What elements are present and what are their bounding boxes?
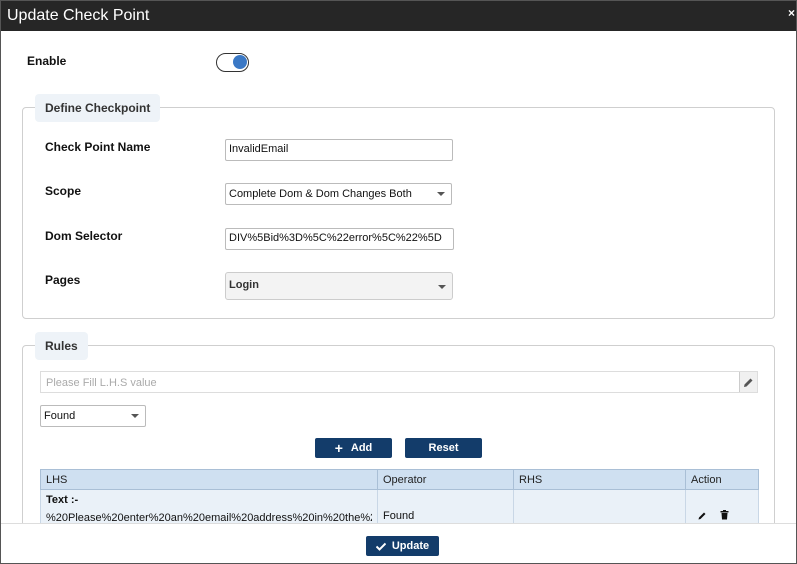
toggle-knob [233,55,247,69]
checkpoint-name-label: Check Point Name [45,140,151,154]
trash-icon[interactable] [720,510,729,523]
pages-select[interactable]: Login [225,272,453,300]
operator-select-value: Found [44,410,76,422]
dialog-footer: Update [1,523,796,563]
rules-table: LHS Operator RHS Action Text :- %20Pleas… [40,469,759,530]
dialog-title: Update Check Point [7,7,150,24]
pencil-icon[interactable] [739,372,757,392]
plus-icon: + [334,440,343,456]
scope-select-value: Complete Dom & Dom Changes Both [229,188,412,200]
reset-button-label: Reset [428,442,459,454]
scope-select[interactable]: Complete Dom & Dom Changes Both [225,183,452,205]
enable-toggle[interactable] [216,53,249,72]
operator-cell-value: Found [383,510,415,522]
pages-label: Pages [45,273,81,287]
checkpoint-name-input[interactable]: InvalidEmail [225,139,453,161]
column-header-action: Action [685,469,759,490]
column-header-rhs: RHS [513,469,686,490]
caret-down-icon [438,285,446,289]
define-checkpoint-legend: Define Checkpoint [35,94,161,122]
scope-label: Scope [45,184,82,198]
update-button[interactable]: Update [366,536,439,556]
edit-icon[interactable] [698,511,707,523]
update-button-label: Update [391,540,430,552]
operator-select[interactable]: Found [40,405,146,427]
dialog-titlebar: Update Check Point × [1,1,796,31]
pages-select-value: Login [229,279,259,291]
column-header-lhs: LHS [40,469,378,490]
dom-selector-input[interactable]: DIV%5Bid%3D%5C%22error%5C%22%5D [225,228,454,250]
lhs-input[interactable]: Please Fill L.H.S value [40,371,758,393]
enable-label: Enable [27,54,67,68]
lhs-cell-header: Text :- [46,494,79,506]
add-button-label: Add [350,442,373,454]
rules-legend: Rules [35,332,88,360]
lhs-placeholder: Please Fill L.H.S value [46,377,157,389]
reset-button[interactable]: Reset [405,438,482,458]
close-icon[interactable]: × [788,6,795,20]
dom-selector-label: Dom Selector [45,229,123,243]
add-button[interactable]: + Add [315,438,392,458]
column-header-operator: Operator [377,469,514,490]
caret-down-icon [131,414,139,418]
caret-down-icon [437,192,445,196]
update-checkpoint-dialog: Update Check Point × Enable Define Check… [0,0,797,564]
table-header-row: LHS Operator RHS Action [40,469,759,490]
check-icon [375,542,386,551]
